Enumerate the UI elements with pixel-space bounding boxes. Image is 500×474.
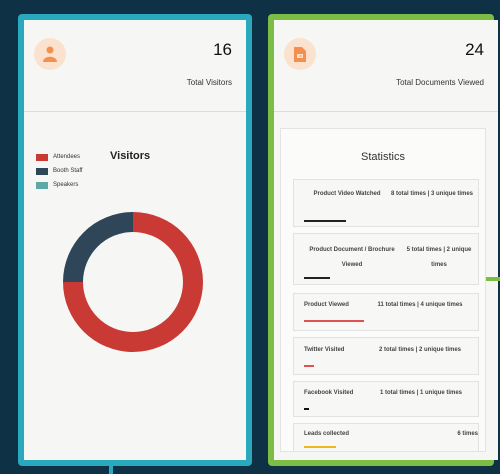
row-name: Facebook Visited <box>304 390 354 396</box>
document-icon <box>284 38 316 70</box>
stat-row-video: Product Video Watched 8 total times | 3 … <box>293 179 479 227</box>
documents-panel-body: 24 Total Documents Viewed Statistics Pro… <box>274 20 498 460</box>
donut-chart <box>63 212 203 352</box>
legend-label: Speakers <box>53 182 79 188</box>
row-name: Twitter Visited <box>304 347 345 353</box>
visitors-chart: Attendees Booth Staff Speakers Visitors <box>24 112 246 460</box>
visitors-panel: 16 Total Visitors Attendees Booth Staff … <box>18 14 252 466</box>
row-bar <box>304 220 346 222</box>
row-bar <box>304 446 336 448</box>
connector-line <box>486 277 500 281</box>
legend-item-booth-staff: Booth Staff <box>36 164 83 178</box>
row-name: Product Video Watched <box>313 191 381 197</box>
total-documents-label: Total Documents Viewed <box>396 78 484 87</box>
legend-swatch <box>36 181 48 189</box>
row-value: 1 total times | 1 unique times <box>379 390 463 396</box>
row-name: Product Document / Brochure Viewed <box>309 247 395 268</box>
total-documents-count: 24 <box>465 40 484 59</box>
row-bar <box>304 365 314 367</box>
row-bar <box>304 408 309 410</box>
stat-row-leads: Leads collected 6 times <box>293 423 479 451</box>
chart-title: Visitors <box>110 150 151 162</box>
row-value: 6 times <box>457 431 478 437</box>
total-visitors-count: 16 <box>213 40 232 59</box>
connector-line <box>109 461 113 474</box>
total-visitors-label: Total Visitors <box>186 78 232 87</box>
row-name: Leads collected <box>304 431 350 437</box>
donut-slice-booth-staff <box>63 212 133 282</box>
statistics-title: Statistics <box>360 151 405 163</box>
statistics-box: Statistics Product Video Watched 8 total… <box>280 128 486 452</box>
legend-label: Attendees <box>53 154 81 160</box>
row-value: 8 total times | 3 unique times <box>390 191 474 197</box>
legend-item-speakers: Speakers <box>36 178 83 192</box>
visitors-panel-body: 16 Total Visitors Attendees Booth Staff … <box>24 20 246 460</box>
row-bar <box>304 320 364 322</box>
person-icon <box>34 38 66 70</box>
legend-label: Booth Staff <box>53 168 83 174</box>
row-bar <box>304 277 330 279</box>
stat-row-document: Product Document / Brochure Viewed 5 tot… <box>293 233 479 285</box>
chart-legend: Attendees Booth Staff Speakers <box>36 150 83 192</box>
stat-row-facebook: Facebook Visited 1 total times | 1 uniqu… <box>293 381 479 417</box>
row-name: Product Viewed <box>304 302 349 308</box>
row-value: 5 total times | 2 unique times <box>406 247 472 268</box>
total-visitors-card: 16 Total Visitors <box>24 20 246 112</box>
legend-swatch <box>36 167 48 175</box>
legend-swatch <box>36 153 48 161</box>
stat-row-twitter: Twitter Visited 2 total times | 2 unique… <box>293 337 479 375</box>
stat-row-product-viewed: Product Viewed 11 total times | 4 unique… <box>293 293 479 331</box>
total-documents-card: 24 Total Documents Viewed <box>274 20 498 112</box>
row-value: 11 total times | 4 unique times <box>377 302 463 308</box>
documents-panel: 24 Total Documents Viewed Statistics Pro… <box>268 14 498 466</box>
legend-item-attendees: Attendees <box>36 150 83 164</box>
row-value: 2 total times | 2 unique times <box>378 347 462 353</box>
